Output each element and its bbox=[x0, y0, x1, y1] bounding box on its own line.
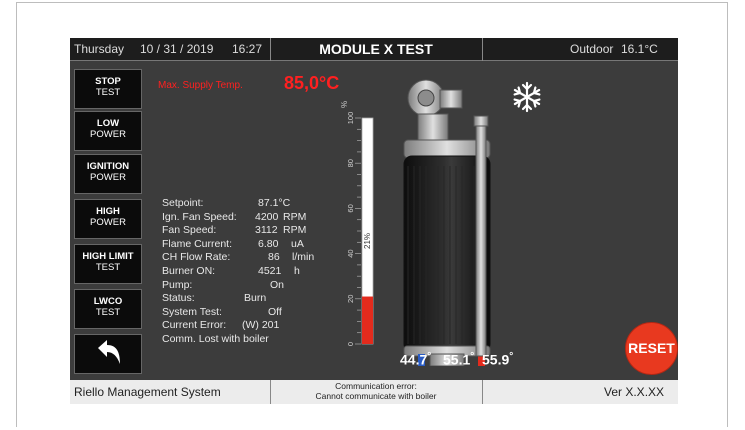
gauge-tick-label: 80 bbox=[346, 159, 355, 167]
degree-symbol: ° bbox=[509, 351, 514, 362]
param-label: Flame Current: bbox=[162, 237, 233, 250]
system-name: Riello Management System bbox=[74, 385, 221, 399]
comm-error-message: Communication error: Cannot communicate … bbox=[270, 381, 482, 401]
param-label: Burner ON: bbox=[162, 264, 216, 277]
param-value: 6.80 bbox=[258, 237, 279, 250]
gauge-unit-label: % bbox=[340, 101, 349, 108]
button-label: IGNITION bbox=[86, 161, 130, 172]
param-unit: RPM bbox=[283, 224, 307, 237]
button-label: HIGH LIMIT bbox=[82, 251, 134, 262]
degree-symbol: ° bbox=[470, 351, 475, 362]
low-power-button[interactable]: LOW POWER bbox=[74, 111, 142, 151]
param-label: Setpoint: bbox=[162, 197, 204, 209]
param-label: System Test: bbox=[162, 305, 222, 318]
gauge-level-label: 21% bbox=[363, 233, 372, 249]
power-gauge: % 21% 100 80 60 40 20 0 bbox=[340, 101, 374, 346]
return-temp: 44.7° bbox=[400, 351, 431, 368]
date-label: 10 / 31 / 2019 bbox=[140, 42, 214, 56]
param-value: 86 bbox=[268, 251, 280, 264]
return-temp-value: 44.7 bbox=[400, 351, 428, 368]
fan-neck bbox=[417, 113, 449, 143]
reset-button[interactable]: RESET bbox=[625, 322, 678, 375]
max-supply-temp-label: Max. Supply Temp. bbox=[158, 80, 243, 91]
supply-riser-pipe bbox=[475, 123, 487, 357]
gauge-ticks: 100 80 60 40 20 0 bbox=[346, 112, 361, 346]
button-sublabel: TEST bbox=[95, 87, 121, 98]
param-value: 4200 bbox=[255, 210, 279, 223]
footer-divider bbox=[482, 380, 483, 404]
page-title: MODULE X TEST bbox=[319, 41, 433, 57]
gauge-tick-label: 100 bbox=[346, 112, 355, 125]
supply-temp-2: 55.9° bbox=[482, 351, 513, 368]
param-unit: RPM bbox=[283, 210, 307, 223]
param-value: 4521 bbox=[258, 264, 282, 277]
high-limit-test-button[interactable]: HIGH LIMIT TEST bbox=[74, 244, 142, 284]
ignition-power-button[interactable]: IGNITION POWER bbox=[74, 154, 142, 194]
comm-error-line1: Communication error: bbox=[335, 381, 417, 391]
button-sublabel: POWER bbox=[90, 172, 126, 183]
supply-temp-1: 55.1° bbox=[443, 351, 474, 368]
version-label: Ver X.X.XX bbox=[604, 385, 665, 399]
header-divider bbox=[482, 38, 483, 61]
button-label: LOW bbox=[96, 118, 120, 129]
param-label: Comm. Lost with boiler bbox=[162, 332, 269, 345]
stop-test-button[interactable]: STOP TEST bbox=[74, 69, 142, 109]
param-label: CH Flow Rate: bbox=[162, 251, 231, 264]
back-arrow-icon bbox=[98, 340, 120, 364]
hmi-screen: Thursday 10 / 31 / 2019 16:27 MODULE X T… bbox=[70, 38, 678, 404]
param-label: Status: bbox=[162, 292, 195, 305]
gauge-tick-label: 0 bbox=[346, 342, 355, 346]
param-value: Burn bbox=[244, 292, 267, 305]
button-sublabel: POWER bbox=[90, 129, 126, 140]
boiler-illustration bbox=[403, 79, 491, 366]
fan-hub bbox=[417, 89, 435, 107]
button-label: HIGH bbox=[96, 206, 120, 217]
button-sublabel: TEST bbox=[95, 262, 121, 273]
param-value: On bbox=[270, 278, 285, 291]
button-sublabel: POWER bbox=[90, 217, 126, 228]
param-value: 3112 bbox=[255, 224, 278, 237]
supply-temp-1-value: 55.1 bbox=[443, 351, 471, 368]
button-sublabel: TEST bbox=[95, 307, 121, 318]
gauge-tick-label: 60 bbox=[346, 204, 355, 212]
outdoor-temp: 16.1°C bbox=[621, 42, 658, 56]
param-label: Current Error: bbox=[162, 319, 227, 332]
degree-symbol: ° bbox=[427, 351, 432, 362]
lwco-test-button[interactable]: LWCO TEST bbox=[74, 289, 142, 329]
comm-error-line2: Cannot communicate with boiler bbox=[315, 391, 437, 401]
button-label: STOP bbox=[95, 76, 121, 87]
supply-temp-2-value: 55.9 bbox=[482, 351, 510, 368]
gauge-tick-label: 40 bbox=[346, 249, 355, 257]
day-label: Thursday bbox=[74, 42, 125, 56]
param-unit: h bbox=[294, 264, 300, 277]
param-label: Ign. Fan Speed: bbox=[162, 210, 237, 223]
param-unit: l/min bbox=[292, 251, 315, 264]
param-unit: uA bbox=[291, 237, 304, 250]
high-power-button[interactable]: HIGH POWER bbox=[74, 199, 142, 239]
time-label: 16:27 bbox=[232, 42, 263, 56]
header-bar: Thursday 10 / 31 / 2019 16:27 MODULE X T… bbox=[70, 38, 678, 61]
param-label: Pump: bbox=[162, 278, 193, 291]
back-button[interactable] bbox=[74, 334, 142, 374]
outdoor-label: Outdoor bbox=[570, 42, 614, 56]
param-label: Fan Speed: bbox=[162, 224, 217, 237]
fan-outlet bbox=[439, 89, 463, 109]
gauge-fill bbox=[362, 296, 373, 344]
button-label: LWCO bbox=[93, 296, 123, 307]
param-value: 87.1°C bbox=[258, 197, 291, 209]
param-value: Off bbox=[268, 305, 282, 318]
gauge-tick-label: 20 bbox=[346, 295, 355, 303]
param-value: (W) 201 bbox=[242, 319, 280, 332]
max-supply-temp-value: 85,0°C bbox=[284, 73, 340, 93]
pipe-cap bbox=[473, 115, 489, 127]
